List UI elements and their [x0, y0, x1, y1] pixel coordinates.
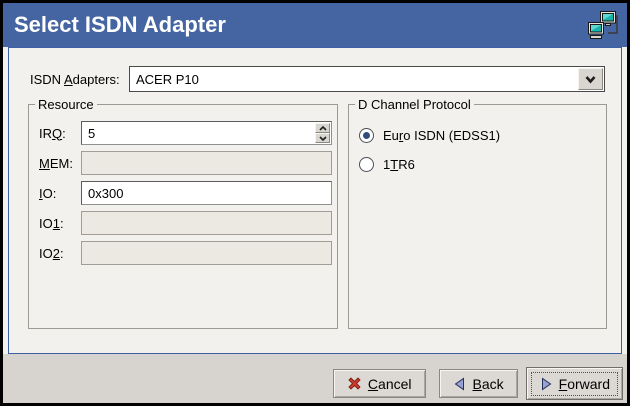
red-x-icon — [347, 376, 362, 391]
irq-value: 5 — [88, 126, 95, 141]
content-panel: ISDN Adapters: ACER P10 Resource IRQ: — [8, 47, 622, 354]
io2-label: IO2: — [39, 246, 81, 261]
1tr6-radio[interactable] — [359, 157, 374, 172]
spin-up-button[interactable] — [315, 123, 330, 133]
forward-focus-rect: Forward — [531, 372, 618, 396]
io-input[interactable]: 0x300 — [81, 181, 332, 205]
arrow-right-icon — [539, 377, 553, 391]
isdn-adapter-selected-value: ACER P10 — [130, 72, 199, 87]
io2-input — [81, 241, 332, 265]
io-label: IO: — [39, 186, 81, 201]
radio-option-1tr6[interactable]: 1TR6 — [359, 157, 606, 172]
irq-spinner — [315, 123, 330, 143]
irq-input[interactable]: 5 — [81, 121, 332, 145]
spin-down-icon — [319, 136, 327, 141]
mem-input — [81, 151, 332, 175]
networked-computers-icon — [585, 10, 619, 42]
button-bar: Cancel Back Forward — [3, 354, 627, 403]
1tr6-radio-label[interactable]: 1TR6 — [383, 157, 415, 172]
d-channel-protocol-title: D Channel Protocol — [355, 97, 474, 112]
mem-row: MEM: — [39, 151, 332, 175]
mem-label: MEM: — [39, 156, 81, 171]
io1-label: IO1: — [39, 216, 81, 231]
io-value: 0x300 — [88, 186, 123, 201]
chevron-down-icon — [584, 75, 597, 84]
combobox-dropdown-button[interactable] — [578, 68, 603, 90]
io1-input — [81, 211, 332, 235]
isdn-adapter-row: ISDN Adapters: ACER P10 — [30, 66, 605, 92]
select-isdn-adapter-dialog: Select ISDN Adapter ISDN Adapters: ACER … — [0, 0, 630, 406]
io2-row: IO2: — [39, 241, 332, 265]
dialog-body: ISDN Adapters: ACER P10 Resource IRQ: — [3, 47, 627, 354]
isdn-adapters-label: ISDN Adapters: — [30, 72, 129, 87]
euro-isdn-radio-label[interactable]: Euro ISDN (EDSS1) — [383, 128, 500, 143]
page-title: Select ISDN Adapter — [14, 12, 226, 38]
cancel-button[interactable]: Cancel — [333, 369, 426, 398]
spin-down-button[interactable] — [315, 133, 330, 143]
irq-label: IRQ: — [39, 126, 81, 141]
irq-row: IRQ: 5 — [39, 121, 332, 145]
spin-up-icon — [319, 126, 327, 131]
euro-isdn-radio[interactable] — [359, 128, 374, 143]
back-button-label: Back — [473, 376, 504, 392]
resource-groupbox: Resource IRQ: 5 — [28, 97, 338, 329]
settings-groups: Resource IRQ: 5 — [28, 97, 607, 329]
dialog-header: Select ISDN Adapter — [3, 3, 627, 47]
resource-group-title: Resource — [35, 97, 97, 112]
io-row: IO: 0x300 — [39, 181, 332, 205]
io1-row: IO1: — [39, 211, 332, 235]
isdn-adapter-combobox[interactable]: ACER P10 — [129, 66, 605, 92]
back-button[interactable]: Back — [439, 369, 518, 398]
cancel-button-label: Cancel — [368, 376, 412, 392]
forward-button-label: Forward — [559, 376, 610, 392]
radio-option-euro-isdn[interactable]: Euro ISDN (EDSS1) — [359, 128, 606, 143]
forward-button[interactable]: Forward — [526, 367, 623, 400]
arrow-left-icon — [453, 377, 467, 391]
d-channel-protocol-groupbox: D Channel Protocol Euro ISDN (EDSS1) 1TR… — [348, 97, 607, 329]
